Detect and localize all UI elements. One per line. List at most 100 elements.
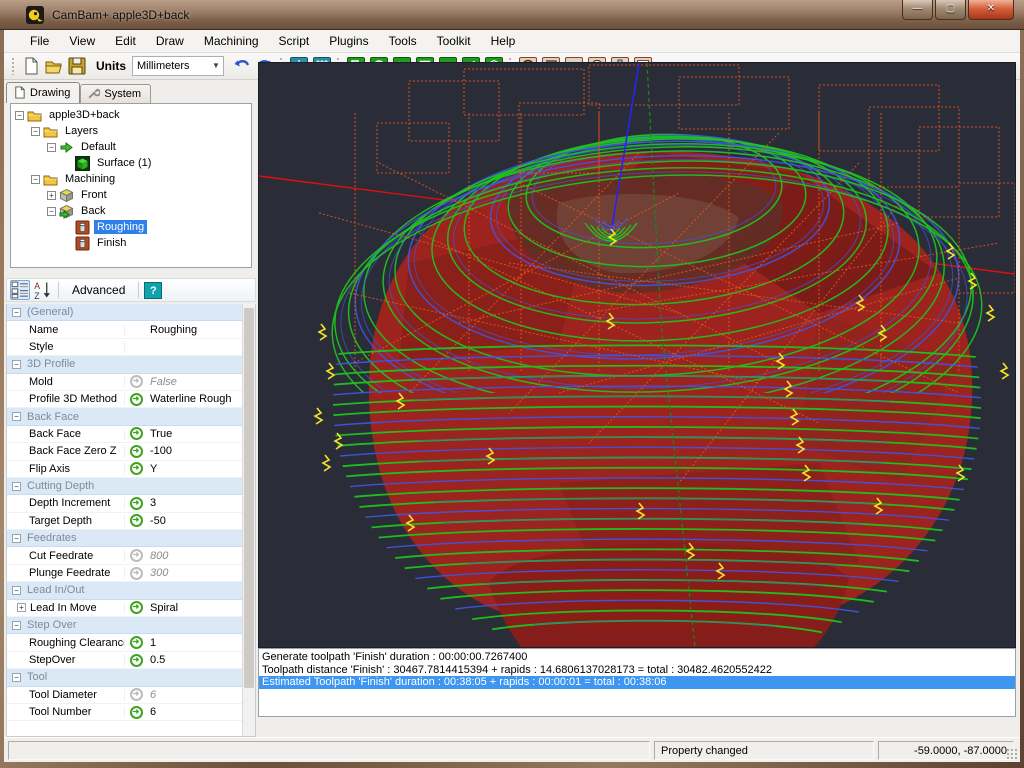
tree-item-label[interactable]: Back [78, 204, 108, 218]
property-value[interactable]: 6 [147, 706, 255, 718]
collapse-icon[interactable]: − [12, 534, 21, 543]
property-value[interactable]: False [147, 376, 255, 388]
property-flip-axis[interactable]: Flip Axis➜Y [7, 461, 255, 478]
help-button[interactable]: ? [144, 282, 162, 299]
property-plunge-feedrate[interactable]: Plunge Feedrate➜300 [7, 565, 255, 582]
tree-item-back[interactable]: − Back [11, 203, 251, 219]
tree-item-label[interactable]: Front [78, 188, 110, 202]
tab-system[interactable]: System [80, 84, 151, 103]
minus-expander[interactable]: − [47, 143, 56, 152]
tree-item-roughing[interactable]: −Roughing [11, 219, 251, 235]
category-3d-profile[interactable]: −3D Profile [7, 356, 255, 373]
menu-file[interactable]: File [20, 30, 59, 52]
tree-item-front[interactable]: + Front [11, 187, 251, 203]
message-line[interactable]: Toolpath distance 'Finish' : 30467.78144… [259, 664, 1015, 677]
message-log[interactable]: Generate toolpath 'Finish' duration : 00… [258, 648, 1016, 717]
property-grid-scrollbar[interactable] [242, 304, 255, 736]
tree-item-label[interactable]: Machining [62, 172, 118, 186]
property-value[interactable]: Roughing [147, 324, 255, 336]
property-value[interactable]: 1 [147, 637, 255, 649]
property-tool-number[interactable]: Tool Number➜6 [7, 704, 255, 721]
menu-script[interactable]: Script [269, 30, 320, 52]
property-value[interactable]: 3 [147, 497, 255, 509]
close-button[interactable]: ✕ [968, 0, 1014, 20]
minimize-button[interactable]: — [902, 0, 933, 20]
new-file-icon[interactable] [21, 57, 40, 76]
collapse-icon[interactable]: − [12, 412, 21, 421]
3d-viewport[interactable] [258, 62, 1016, 648]
property-target-depth[interactable]: Target Depth➜-50 [7, 513, 255, 530]
collapse-icon[interactable]: − [12, 586, 21, 595]
property-value[interactable]: Waterline Rough [147, 393, 255, 405]
category--general-[interactable]: −(General) [7, 304, 255, 321]
plus-expander[interactable]: + [47, 191, 56, 200]
category-cutting-depth[interactable]: −Cutting Depth [7, 478, 255, 495]
property-lead-in-move[interactable]: +Lead In Move➜Spiral [7, 600, 255, 617]
menu-plugins[interactable]: Plugins [319, 30, 378, 52]
menu-draw[interactable]: Draw [146, 30, 194, 52]
property-roughing-clearance[interactable]: Roughing Clearance➜1 [7, 634, 255, 651]
property-mold[interactable]: Mold➜False [7, 374, 255, 391]
scrollbar-thumb[interactable] [244, 308, 254, 688]
minus-expander[interactable]: − [15, 111, 24, 120]
property-cut-feedrate[interactable]: Cut Feedrate➜800 [7, 547, 255, 564]
property-name[interactable]: NameRoughing [7, 321, 255, 338]
tree-item-label[interactable]: Finish [94, 236, 129, 250]
property-value[interactable]: Spiral [147, 602, 255, 614]
undo-icon[interactable] [232, 57, 251, 76]
menu-help[interactable]: Help [481, 30, 526, 52]
alphabetical-sort-button[interactable]: AZ [33, 280, 53, 300]
drawing-tree[interactable]: −apple3D+back−Layers−Default−Surface (1)… [10, 103, 252, 268]
property-back-face-zero-z[interactable]: Back Face Zero Z➜-100 [7, 443, 255, 460]
property-value[interactable]: True [147, 428, 255, 440]
property-value[interactable]: 300 [147, 567, 255, 579]
property-depth-increment[interactable]: Depth Increment➜3 [7, 495, 255, 512]
advanced-button[interactable]: Advanced [72, 283, 125, 297]
property-value[interactable]: -50 [147, 515, 255, 527]
save-file-icon[interactable] [67, 57, 86, 76]
category-back-face[interactable]: −Back Face [7, 408, 255, 425]
collapse-icon[interactable]: − [12, 360, 21, 369]
property-value[interactable]: -100 [147, 445, 255, 457]
minus-expander[interactable]: − [47, 207, 56, 216]
property-tool-diameter[interactable]: Tool Diameter➜6 [7, 687, 255, 704]
menu-toolkit[interactable]: Toolkit [427, 30, 481, 52]
title-bar[interactable]: CamBam+ apple3D+back —▢✕ [0, 0, 1024, 30]
property-value[interactable]: Y [147, 463, 255, 475]
tree-item-label[interactable]: Default [78, 140, 119, 154]
tree-item-label[interactable]: Roughing [94, 220, 147, 234]
categorized-view-button[interactable] [10, 280, 30, 300]
tree-item-surface-1-[interactable]: −Surface (1) [11, 155, 251, 171]
tree-item-apple3d-back[interactable]: − apple3D+back [11, 107, 251, 123]
resize-grip[interactable] [1006, 748, 1018, 760]
maximize-button[interactable]: ▢ [935, 0, 966, 20]
property-stepover[interactable]: StepOver➜0.5 [7, 652, 255, 669]
property-profile-3d-method[interactable]: Profile 3D Method➜Waterline Rough [7, 391, 255, 408]
property-style[interactable]: Style [7, 339, 255, 356]
property-value[interactable]: 6 [147, 689, 255, 701]
property-value[interactable]: 0.5 [147, 654, 255, 666]
menu-edit[interactable]: Edit [105, 30, 146, 52]
units-combobox[interactable]: Millimeters ▼ [132, 56, 224, 76]
tab-drawing[interactable]: Drawing [6, 82, 80, 103]
collapse-icon[interactable]: − [12, 673, 21, 682]
tree-item-finish[interactable]: −Finish [11, 235, 251, 251]
open-file-icon[interactable] [44, 57, 63, 76]
chevron-down-icon[interactable]: ▼ [209, 57, 223, 75]
category-feedrates[interactable]: −Feedrates [7, 530, 255, 547]
message-line[interactable]: Generate toolpath 'Finish' duration : 00… [259, 651, 1015, 664]
tree-item-label[interactable]: Surface (1) [94, 156, 154, 170]
property-back-face[interactable]: Back Face➜True [7, 426, 255, 443]
menu-machining[interactable]: Machining [194, 30, 269, 52]
property-value[interactable]: 800 [147, 550, 255, 562]
menu-tools[interactable]: Tools [379, 30, 427, 52]
message-line-selected[interactable]: Estimated Toolpath 'Finish' duration : 0… [259, 676, 1015, 689]
tree-item-label[interactable]: Layers [62, 124, 101, 138]
category-lead-in-out[interactable]: −Lead In/Out [7, 582, 255, 599]
category-step-over[interactable]: −Step Over [7, 617, 255, 634]
tree-item-label[interactable]: apple3D+back [46, 108, 123, 122]
collapse-icon[interactable]: − [12, 308, 21, 317]
tree-item-default[interactable]: − Default [11, 139, 251, 155]
minus-expander[interactable]: − [31, 175, 40, 184]
collapse-icon[interactable]: − [12, 621, 21, 630]
